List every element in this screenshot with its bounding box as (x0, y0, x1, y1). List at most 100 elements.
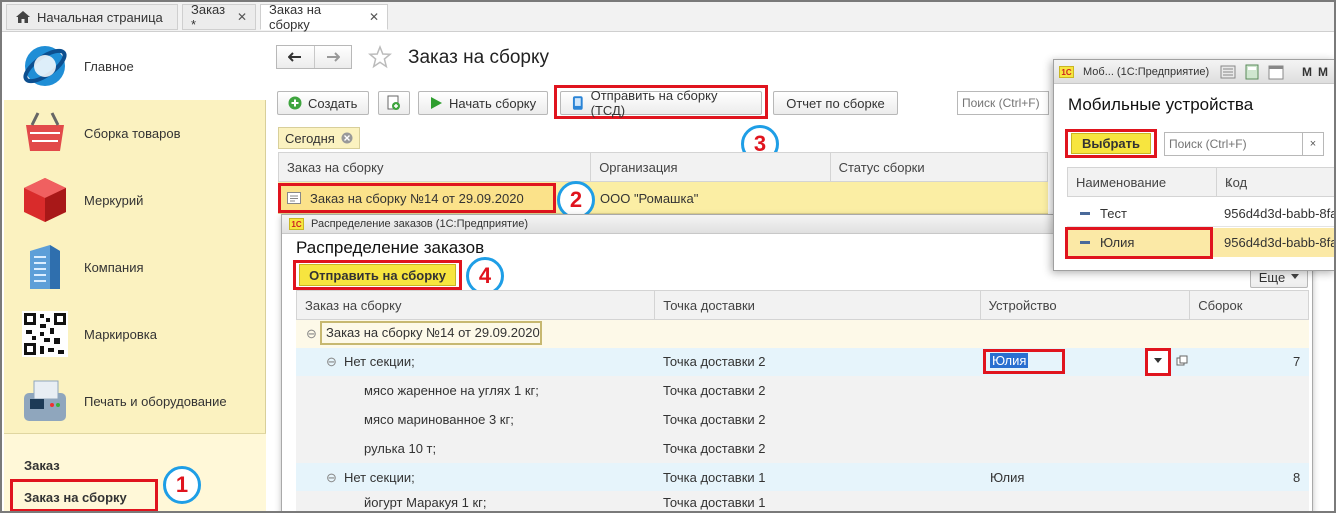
list-icon[interactable] (1220, 64, 1236, 80)
row-delivery-point: Точка доставки 1 (663, 495, 766, 510)
item-icon (1080, 241, 1090, 244)
collapse-icon[interactable]: ⊖ (326, 470, 337, 486)
filter-chip-label: Сегодня (285, 130, 335, 146)
tab-assembly[interactable]: Заказ на сборку ✕ (260, 2, 388, 32)
back-icon[interactable] (277, 46, 315, 68)
plus-circle-icon (288, 96, 302, 110)
row-name: йогурт Маракуя 1 кг; (364, 495, 487, 510)
terminal-icon (24, 380, 66, 421)
column-header-organization[interactable]: Организация (591, 153, 831, 181)
document-icon (287, 192, 301, 204)
column-header-name[interactable]: Наименование ↓ (1068, 168, 1232, 196)
sidebar-item-mercury[interactable]: Меркурий (4, 167, 266, 234)
sidebar-item-printing[interactable]: Печать и оборудование (4, 368, 266, 435)
home-icon (16, 11, 30, 23)
main-table-header: Заказ на сборку Организация Статус сборк… (278, 152, 1048, 182)
column-header-name-label: Наименование (1076, 174, 1167, 190)
sidebar-item-label: Компания (84, 260, 144, 275)
row-delivery-point: Точка доставки 2 (663, 354, 766, 369)
row-name: мясо жаренное на углях 1 кг; (364, 383, 539, 398)
device-code: 956d4d3d-babb-8fa (1224, 206, 1336, 221)
row-name: рулька 10 т; (364, 441, 437, 456)
organization-cell: ООО "Ромашка" (600, 191, 699, 206)
play-icon (431, 97, 442, 109)
distribution-title: Распределение заказов (296, 238, 485, 257)
close-icon[interactable]: ✕ (369, 10, 379, 24)
mobile-search-input[interactable] (1164, 132, 1302, 156)
row-name: Нет секции; (344, 354, 415, 369)
select-button[interactable]: Выбрать (1071, 133, 1151, 154)
row-device: Юлия (990, 470, 1025, 485)
calendar-icon[interactable] (1268, 64, 1284, 80)
subnav-assembly[interactable]: Заказ на сборку (24, 490, 127, 505)
sidebar-item-assembly[interactable]: Сборка товаров (4, 100, 266, 167)
calculator-icon[interactable] (1244, 64, 1260, 80)
create-button[interactable]: Создать (277, 91, 369, 115)
app-logo-icon: 1С (289, 218, 304, 230)
tab-home-label: Начальная страница (37, 9, 163, 25)
sidebar-item-main[interactable]: Главное (4, 33, 266, 100)
page-title: Заказ на сборку (408, 47, 549, 68)
close-icon[interactable]: ✕ (237, 10, 247, 24)
row-delivery-point: Точка доставки 2 (663, 412, 766, 427)
row-count: 8 (1293, 470, 1301, 485)
column-header-status[interactable]: Статус сборки (831, 153, 1047, 181)
sidebar-item-marking[interactable]: Маркировка (4, 301, 266, 368)
row-name: мясо маринованное 3 кг; (364, 412, 514, 427)
top-tab-bar: Начальная страница Заказ * ✕ Заказ на сб… (0, 0, 1336, 32)
building-icon (30, 245, 60, 289)
item-icon (1080, 212, 1090, 215)
report-button-label: Отчет по сборке (786, 95, 885, 111)
column-header-order[interactable]: Заказ на сборку (279, 153, 592, 181)
remove-filter-icon[interactable] (341, 132, 353, 144)
sidebar-item-company[interactable]: Компания (4, 234, 266, 301)
nav-buttons (276, 45, 352, 69)
basket-icon (26, 112, 64, 151)
device-field[interactable]: Юлия (990, 353, 1029, 368)
forward-icon[interactable] (315, 46, 352, 68)
column-header-order[interactable]: Заказ на сборку (297, 291, 656, 319)
column-header-device[interactable]: Устройство (981, 291, 1191, 319)
tab-order[interactable]: Заказ * ✕ (182, 2, 256, 32)
send-to-assembly-button[interactable]: Отправить на сборку (299, 264, 456, 286)
clear-search-icon[interactable]: × (1302, 132, 1324, 156)
column-header-count[interactable]: Сборок (1190, 291, 1308, 319)
tab-assembly-label: Заказ на сборку (269, 2, 322, 32)
sidebar-item-label: Маркировка (84, 327, 157, 342)
sidebar-item-label: Сборка товаров (84, 126, 181, 141)
mobile-table-header: Наименование ↓ Код (1067, 167, 1336, 197)
cube-icon (24, 178, 66, 222)
create-button-label: Создать (308, 95, 358, 111)
report-button[interactable]: Отчет по сборке (773, 91, 898, 115)
star-icon[interactable] (368, 45, 392, 69)
collapse-icon[interactable]: ⊖ (306, 326, 317, 342)
column-header-code[interactable]: Код (1217, 168, 1335, 196)
sidebar-item-label: Меркурий (84, 193, 144, 208)
tab-order-label: Заказ * (191, 2, 226, 32)
dropdown-arrow-icon[interactable] (1154, 358, 1162, 364)
row-delivery-point: Точка доставки 1 (663, 470, 766, 485)
copy-button[interactable] (378, 91, 410, 115)
open-icon[interactable] (1176, 355, 1188, 367)
mobile-title: Мобильные устройства (1068, 95, 1254, 114)
search-input[interactable] (957, 91, 1049, 115)
start-assembly-button[interactable]: Начать сборку (418, 91, 548, 115)
row-delivery-point: Точка доставки 2 (663, 441, 766, 456)
mobile-device-icon (572, 96, 583, 110)
column-header-delivery-point[interactable]: Точка доставки (655, 291, 981, 319)
copy-doc-icon (387, 95, 400, 110)
distribution-window-title: Распределение заказов (1С:Предприятие) (311, 218, 529, 230)
start-assembly-label: Начать сборку (449, 95, 537, 111)
tab-home[interactable]: Начальная страница (6, 4, 178, 30)
chevron-down-icon (1291, 274, 1300, 279)
memory-m-icon[interactable]: M (1302, 65, 1312, 79)
device-code: 956d4d3d-babb-8fa (1224, 235, 1336, 250)
collapse-icon[interactable]: ⊖ (326, 354, 337, 370)
subnav-order[interactable]: Заказ (24, 458, 60, 473)
send-tsd-button[interactable]: Отправить на сборку (ТСД) (560, 88, 762, 118)
row-name: Нет секции; (344, 470, 415, 485)
filter-chip[interactable]: Сегодня (278, 127, 360, 149)
table-row[interactable] (296, 463, 1309, 491)
memory-m-plus-icon[interactable]: M (1318, 65, 1328, 79)
sidebar-item-label: Главное (84, 59, 134, 74)
